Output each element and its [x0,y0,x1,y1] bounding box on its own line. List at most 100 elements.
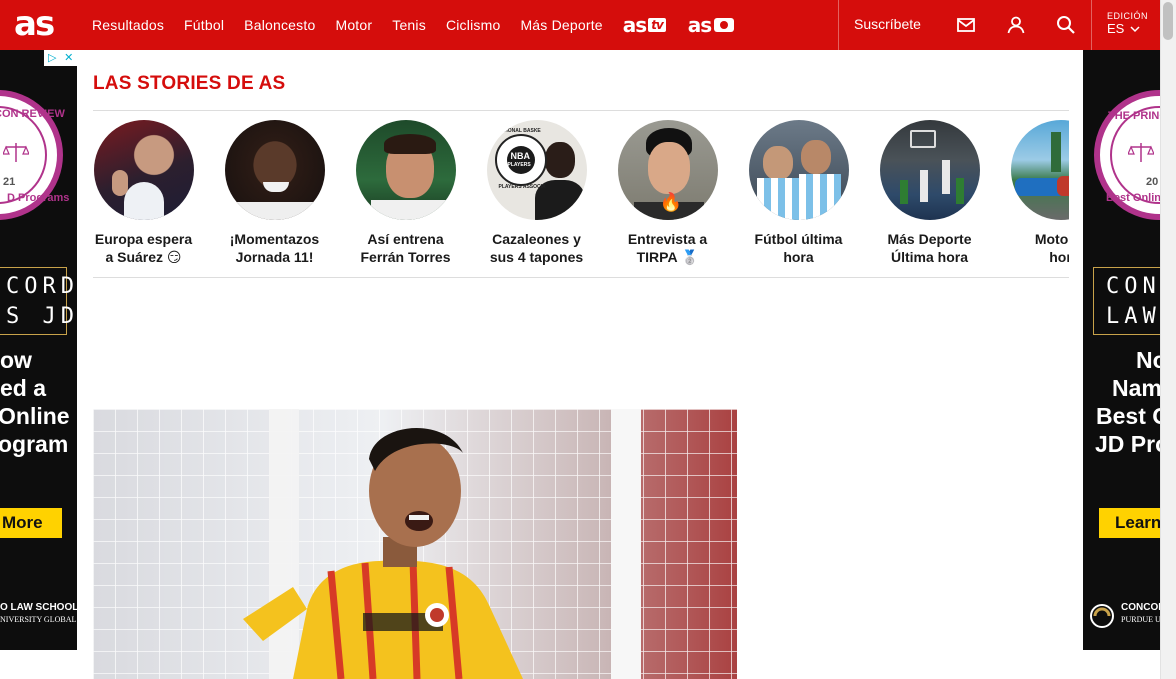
nav-item-resultados[interactable]: Resultados [92,17,164,33]
subscribe-link[interactable]: Suscríbete [854,16,921,32]
concord-line1: CONC [1106,274,1160,299]
story-thumbnail[interactable] [93,120,194,220]
ad-headline-3: Online [0,403,70,429]
story-thumbnail[interactable] [748,120,849,220]
story-thumbnail[interactable] [224,120,325,220]
seal-year: 20 [1146,176,1159,188]
nav-divider [838,0,839,50]
stories-divider-bottom [93,277,1069,278]
story-thumbnail[interactable]: NBA PLAYERS NATIONAL BASKE PLAYERS ASSOC… [486,120,587,220]
nba-logo-subtext: PLAYERS [507,162,531,168]
story-label-line1: Cazaleones y [492,231,581,247]
nav-item-ciclismo[interactable]: Ciclismo [446,17,501,33]
story-label-line2: sus 4 tapones [489,249,584,265]
ad-headline-2: Nam [1112,375,1160,401]
ad-headline-1: ow [0,347,32,373]
chevron-down-icon [1130,25,1140,32]
edition-value-wrap: ES [1107,21,1148,36]
mail-icon[interactable] [955,14,977,36]
story-item[interactable]: 🔥 Entrevista a TIRPA 🥈 [617,120,718,266]
story-label-line2: TIRPA 🥈 [636,249,699,265]
seal-bottom-text: D Programs [7,192,70,204]
ad-headline-2: ed a [0,375,47,401]
story-thumbnail[interactable]: 🔥 [617,120,718,220]
ad-choices-badge[interactable]: ▷ ✕ [44,50,77,66]
story-label-line1: Europa espera [94,231,193,247]
story-label-line2: hora [783,249,814,265]
story-label-line2: Jornada 11! [235,249,314,265]
concord-line1: CORD [6,274,77,299]
as-tv-link[interactable]: as tv [623,13,666,37]
main-content: LAS STORIES DE AS Europa espera a Suárez… [77,50,1083,679]
story-item[interactable]: NBA PLAYERS NATIONAL BASKE PLAYERS ASSOC… [486,120,587,266]
scrollbar-track[interactable] [1160,0,1176,679]
ad-learn-more-button[interactable]: Learn [1099,508,1160,538]
stories-heading: LAS STORIES DE AS [93,73,286,94]
seal-top-text: THE PRINCET [1108,110,1160,122]
as-tv-wordmark: as [622,13,647,37]
story-label-line2: a Suárez 😏 [105,249,182,265]
story-label-line1: Más Deporte [887,231,972,247]
as-logo[interactable]: as [14,6,55,42]
search-icon[interactable] [1055,14,1077,36]
ad-headline-4: ogram [0,431,69,457]
stories-divider-top [93,110,1069,111]
hero-article-image[interactable] [93,409,737,679]
nav-item-futbol[interactable]: Fútbol [184,17,224,33]
main-nav: Resultados Fútbol Baloncesto Motor Tenis… [92,0,756,50]
nba-badge-arc-top: NATIONAL BASKE [496,128,541,134]
nav-item-mas-deporte[interactable]: Más Deporte [520,17,602,33]
story-thumbnail[interactable] [355,120,456,220]
ad-learn-more-button[interactable]: More [0,508,62,538]
story-label-line1: Entrevista a [627,231,708,247]
scrollbar-thumb[interactable] [1163,2,1173,40]
tv-badge: tv [648,18,666,32]
edition-selector[interactable]: EDICIÓN ES [1107,11,1148,36]
nav-item-baloncesto[interactable]: Baloncesto [244,17,315,33]
right-skyscraper-ad[interactable]: THE PRINCET 20 Best Online J CONC LAW' N… [1083,50,1160,650]
camera-icon [714,18,735,32]
edition-divider [1091,0,1092,50]
story-label-line2: Ferrán Torres [360,249,451,265]
ranking-seal: THE PRINCET 20 Best Online J [1094,90,1160,220]
nav-item-tenis[interactable]: Tenis [392,17,426,33]
story-label-line1: Fútbol última [754,231,843,247]
stories-carousel[interactable]: Europa espera a Suárez 😏 ¡Momentazos Jor… [93,120,1069,272]
story-thumbnail[interactable] [879,120,980,220]
as-photo-wordmark: as [687,13,712,37]
adchoices-icon[interactable]: ▷ [44,50,61,66]
ad-footer-line2: NIVERSITY GLOBAL [0,615,77,624]
story-label-line1: Así entrena [367,231,444,247]
ad-close-icon[interactable]: ✕ [61,50,78,66]
story-label-line2: Última hora [890,249,968,265]
story-item[interactable]: Fútbol última hora [748,120,849,266]
scales-icon [1128,143,1154,162]
edition-label: EDICIÓN [1107,11,1149,21]
scales-icon [3,143,29,162]
edition-value: ES [1107,21,1125,36]
concord-logo-box: CORD S JD [0,267,74,335]
story-item[interactable]: Más Deporte Última hora [879,120,980,266]
story-thumbnail[interactable] [1010,120,1069,220]
ad-footer-line2: PURDUE U [1121,615,1160,624]
ad-footer-brand: CONCOR PURDUE U [1121,602,1160,626]
concord-emblem-icon [1090,604,1114,628]
story-label-line2: hor [1049,249,1069,265]
story-item[interactable]: Así entrena Ferrán Torres [355,120,456,266]
ad-footer-line1: CONCOR [1121,602,1160,613]
hero-photo [93,409,737,679]
story-item[interactable]: ¡Momentazos Jornada 11! [224,120,325,266]
concord-line2: LAW' [1106,304,1160,329]
nba-badge-arc-bottom: PLAYERS ASSOCIA [498,184,546,190]
top-navigation-bar: as Resultados Fútbol Baloncesto Motor Te… [0,0,1160,50]
nav-item-motor[interactable]: Motor [335,17,372,33]
ad-headline-1: No [1136,347,1160,373]
ad-footer-line1: O LAW SCHOOL [0,602,77,613]
story-item[interactable]: Europa espera a Suárez 😏 [93,120,194,266]
user-icon[interactable] [1005,14,1027,36]
story-item[interactable]: Motor ú hor [1010,120,1069,266]
seal-bottom-text: Best Online J [1106,192,1160,204]
as-photo-link[interactable]: as [687,13,735,37]
concord-line2: S JD [6,304,77,329]
left-skyscraper-ad[interactable]: CON REVIEW 21 D Programs ▷ ✕ CORD S JD o… [0,50,77,650]
